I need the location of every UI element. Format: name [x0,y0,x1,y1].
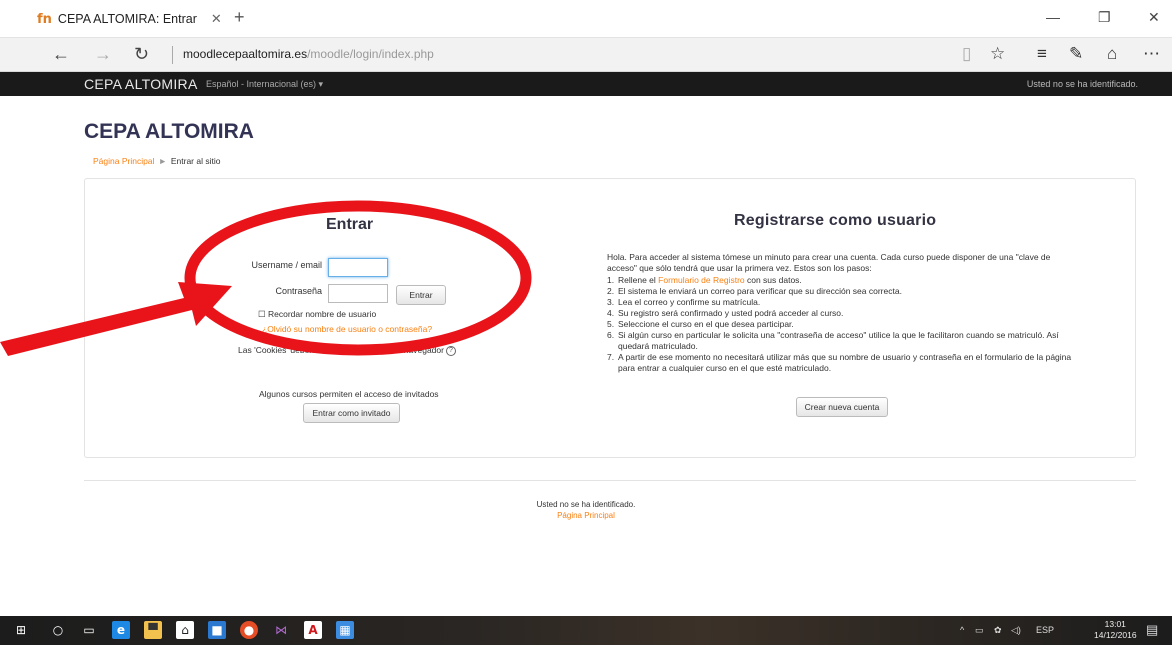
tray-chevron-icon[interactable]: ^ [960,625,964,635]
refresh-icon[interactable]: ↻ [134,44,149,65]
page-title: CEPA ALTOMIRA [84,120,254,143]
signup-step: 6. Si algún curso en particular le solici… [607,330,1087,352]
share-icon[interactable]: ⌂ [1107,44,1117,64]
favorite-star-icon[interactable]: ☆ [990,44,1005,64]
username-input[interactable] [328,258,388,277]
signup-step: 2. El sistema le enviará un correo para v… [607,286,902,296]
help-icon[interactable]: ? [445,345,456,356]
url-separator [172,46,173,64]
back-icon[interactable]: ← [52,44,70,65]
footer-home-link[interactable]: Página Principal [0,511,1172,520]
forward-icon[interactable]: → [94,44,112,65]
step-text: Lea el correo y confirme su matrícula. [618,297,761,307]
footer-status: Usted no se ha identificado. [536,500,636,509]
volume-icon[interactable]: ◁) [1011,625,1021,636]
step-text: Seleccione el curso en el que desea part… [618,319,794,329]
login-button[interactable]: Entrar [396,285,446,305]
chrome-icon[interactable]: ● [240,621,258,639]
input-language[interactable]: ESP [1036,625,1054,635]
step-text: Si algún curso en particular le solicita… [618,330,1059,351]
visual-studio-icon[interactable]: ⋈ [272,621,290,639]
breadcrumb-current: Entrar al sitio [170,156,221,166]
more-icon[interactable]: ⋯ [1143,44,1160,64]
start-windows-icon[interactable]: ⊞ [12,621,30,639]
clock-time: 13:01 [1104,619,1126,629]
signup-step: 4. Su registro será confirmado y usted po… [607,308,844,318]
web-note-icon[interactable]: ✎ [1069,44,1083,64]
minimize-icon[interactable]: — [1046,9,1060,25]
reading-view-icon[interactable]: ▯ [962,44,971,64]
signup-intro: Hola. Para acceder al sistema tómese un … [607,252,1051,273]
remember-checkbox-icon[interactable]: ☐ [258,309,266,319]
step-text: Su registro será confirmado y usted podr… [618,308,844,318]
guest-login-button[interactable]: Entrar como invitado [303,403,400,423]
remember-label: Recordar nombre de usuario [268,309,377,319]
task-view-icon[interactable]: ▭ [80,621,98,639]
tab-close-icon[interactable]: ✕ [211,11,222,27]
restore-icon[interactable]: ❐ [1098,9,1111,26]
url-path: /moodle/login/index.php [307,47,434,61]
signup-heading: Registrarse como usuario [734,212,937,229]
taskbar-clock[interactable]: 13:01 14/12/2016 [1094,619,1137,641]
acrobat-icon[interactable]: A [304,621,322,639]
tray-app-icon[interactable]: ✿ [994,625,1002,636]
login-status: Usted no se ha identificado. [1026,79,1138,89]
notifications-icon[interactable]: ▤ [1146,622,1158,638]
step1-post: con sus datos. [744,275,802,285]
login-heading: Entrar [326,216,374,233]
create-account-button[interactable]: Crear nueva cuenta [796,397,888,417]
footer-divider [84,480,1136,481]
windows-taskbar: ⊞ ○ ▭ e ▀ ⌂ ■ ● ⋈ A ▦ ^ ▭ ✿ ◁) ESP 13:01… [0,616,1172,645]
store-icon[interactable]: ⌂ [176,621,194,639]
forgot-password-link[interactable]: ¿Olvidó su nombre de usuario o contraseñ… [262,324,432,334]
new-tab-icon[interactable]: + [234,7,245,28]
password-input[interactable] [328,284,388,303]
file-explorer-icon[interactable]: ▀ [144,621,162,639]
hub-icon[interactable]: ≡ [1037,44,1047,64]
step-text: El sistema le enviará un correo para ver… [618,286,902,296]
url-host: moodlecepaaltomira.es [183,47,308,61]
language-menu[interactable]: Español - Internacional (es) ▾ [206,79,323,90]
cookies-notice: Las 'Cookies' deben estar habilitadas en… [238,345,456,356]
browser-tab-bar: fn CEPA ALTOMIRA: Entrar ✕ + — ❐ ✕ [0,0,1172,38]
tray-network-icon[interactable]: ▭ [975,625,984,636]
breadcrumb: Página Principal ► Entrar al sitio [93,156,220,166]
app-icon[interactable]: ■ [208,621,226,639]
signup-step: 3. Lea el correo y confirme su matrícula. [607,297,761,307]
signup-steps: 1. Rellene el Formulario de Registro con … [607,275,1087,374]
calculator-icon[interactable]: ▦ [336,621,354,639]
signup-form-link[interactable]: Formulario de Registro [658,275,744,285]
tab-title: CEPA ALTOMIRA: Entrar [57,12,197,26]
signup-step: 7. A partir de ese momento no necesitará … [607,352,1087,374]
cookies-text: Las 'Cookies' deben estar habilitadas en… [238,345,444,355]
moodle-favicon-icon: fn [37,11,52,27]
edge-browser-icon[interactable]: e [112,621,130,639]
signup-step: 5. Seleccione el curso en el que desea pa… [607,319,794,329]
step1-pre: Rellene el [618,275,659,285]
password-label: Contraseña [275,286,322,296]
url-field[interactable]: moodlecepaaltomira.es/moodle/login/index… [183,47,434,61]
cortana-search-icon[interactable]: ○ [49,621,67,639]
clock-date: 14/12/2016 [1094,630,1137,640]
browser-tab[interactable]: fn CEPA ALTOMIRA: Entrar ✕ [37,8,222,30]
window-close-icon[interactable]: ✕ [1148,9,1160,26]
signup-step: 1. Rellene el Formulario de Registro con … [607,275,802,285]
site-navbar: CEPA ALTOMIRA Español - Internacional (e… [0,72,1172,96]
breadcrumb-separator: ► [158,156,167,166]
step-text: A partir de ese momento no necesitará ut… [618,352,1072,373]
address-bar: ← → ↻ moodlecepaaltomira.es/moodle/login… [0,38,1172,72]
breadcrumb-home[interactable]: Página Principal [93,156,154,166]
navbar-brand[interactable]: CEPA ALTOMIRA [84,76,198,92]
username-label: Username / email [251,260,322,270]
guest-note: Algunos cursos permiten el acceso de inv… [259,389,439,399]
remember-username[interactable]: ☐ Recordar nombre de usuario [258,309,376,320]
